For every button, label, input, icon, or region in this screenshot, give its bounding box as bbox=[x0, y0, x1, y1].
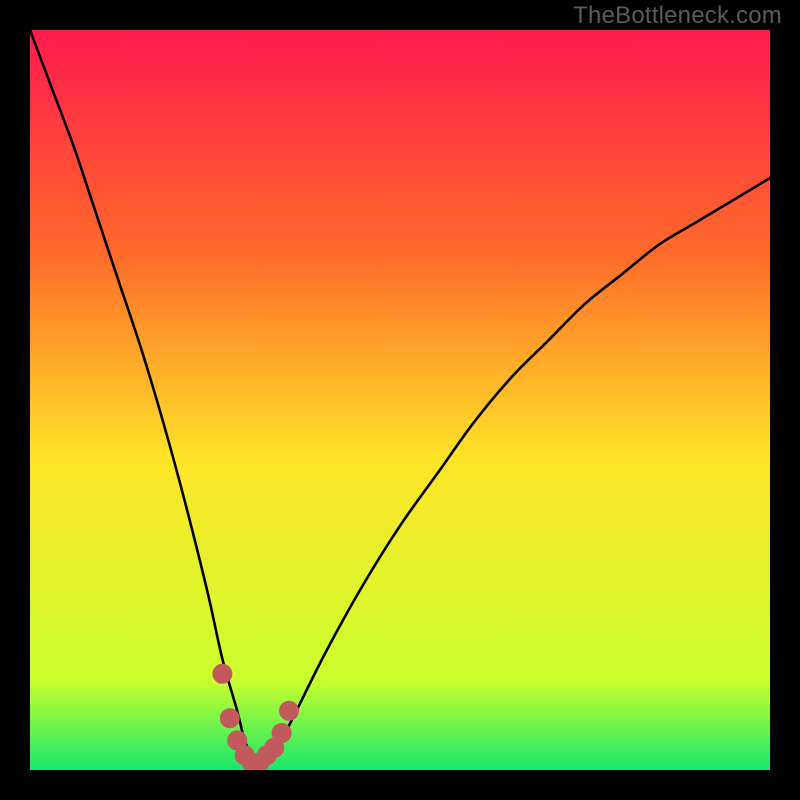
marker-dot bbox=[280, 702, 298, 720]
gradient-background bbox=[30, 30, 770, 770]
marker-dot bbox=[213, 665, 231, 683]
marker-dot bbox=[221, 709, 239, 727]
watermark-text: TheBottleneck.com bbox=[573, 2, 782, 30]
marker-dot bbox=[273, 724, 291, 742]
bottleneck-chart bbox=[30, 30, 770, 770]
chart-frame: TheBottleneck.com bbox=[0, 0, 800, 800]
plot-area bbox=[30, 30, 770, 770]
